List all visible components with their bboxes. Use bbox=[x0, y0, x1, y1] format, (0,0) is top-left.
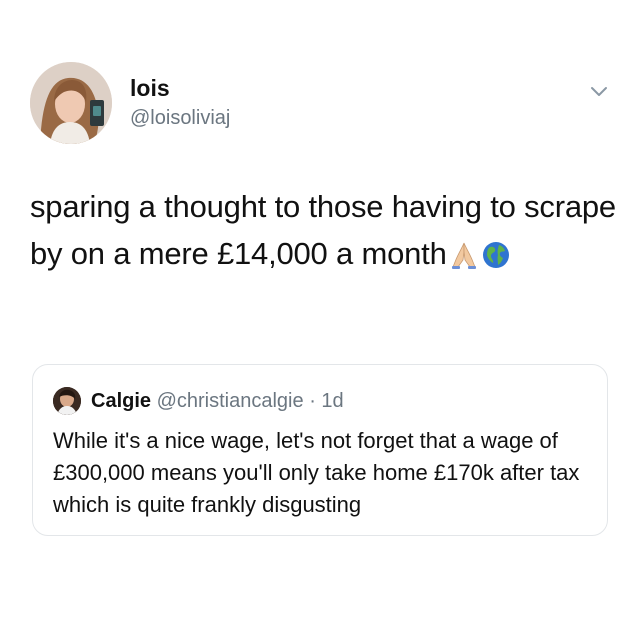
tweet-text: sparing a thought to those having to scr… bbox=[30, 189, 616, 271]
author-handle[interactable]: @loisoliviaj bbox=[130, 106, 230, 130]
globe-emoji bbox=[481, 236, 511, 283]
folded-hands-emoji bbox=[449, 236, 479, 283]
quoted-tweet-header: Calgie @christiancalgie · 1d bbox=[91, 389, 344, 413]
tweet-card: lois @loisoliviaj sparing a thought to t… bbox=[0, 0, 640, 636]
quoted-separator: · bbox=[309, 390, 316, 412]
tweet-body: sparing a thought to those having to scr… bbox=[30, 183, 620, 283]
quoted-author-avatar[interactable] bbox=[53, 387, 81, 415]
author-avatar[interactable] bbox=[30, 62, 112, 144]
author-display-name[interactable]: lois bbox=[130, 74, 170, 102]
quoted-timestamp[interactable]: 1d bbox=[321, 390, 343, 412]
quoted-tweet-text: While it's a nice wage, let's not forget… bbox=[53, 428, 580, 517]
quoted-author-handle[interactable]: @christiancalgie bbox=[157, 390, 304, 412]
quoted-author-display-name[interactable]: Calgie bbox=[91, 390, 151, 412]
quoted-tweet-card[interactable]: Calgie @christiancalgie · 1d While it's … bbox=[32, 364, 608, 536]
chevron-down-icon[interactable] bbox=[588, 80, 610, 102]
